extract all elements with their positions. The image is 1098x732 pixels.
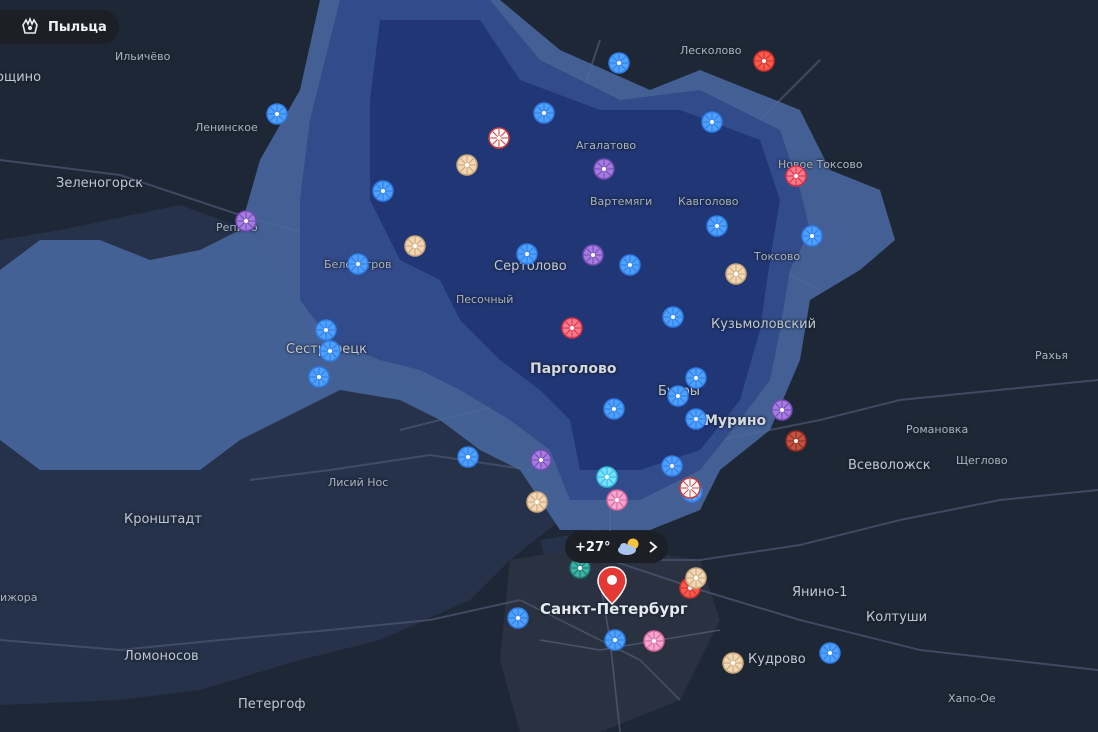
umbrella-icon[interactable] — [319, 340, 341, 362]
umbrella-icon[interactable] — [722, 652, 744, 674]
umbrella-icon[interactable] — [516, 243, 538, 265]
precipitation-map[interactable]: Лесколово Ильичёво ощино Ленинское Агалатово… — [0, 0, 1098, 732]
umbrella-icon[interactable] — [753, 50, 775, 72]
umbrella-icon[interactable] — [608, 52, 630, 74]
umbrella-icon[interactable] — [606, 489, 628, 511]
umbrella-icon[interactable] — [404, 235, 426, 257]
pollen-label: Пыльца — [48, 19, 107, 35]
umbrella-icon[interactable] — [561, 317, 583, 339]
weather-chip[interactable]: +27° — [565, 531, 669, 563]
temperature-value: +27° — [575, 539, 611, 555]
umbrella-icon[interactable] — [662, 306, 684, 328]
umbrella-icon[interactable] — [235, 210, 257, 232]
umbrella-icon[interactable] — [347, 253, 369, 275]
umbrella-icon[interactable] — [643, 630, 665, 652]
umbrella-icon[interactable] — [456, 154, 478, 176]
umbrella-icon[interactable] — [308, 366, 330, 388]
location-pin-icon[interactable] — [597, 566, 627, 606]
umbrella-icon[interactable] — [685, 408, 707, 430]
umbrella-icon[interactable] — [530, 449, 552, 471]
umbrella-icon[interactable] — [785, 165, 807, 187]
umbrella-icon[interactable] — [785, 430, 807, 452]
chevron-right-icon[interactable] — [648, 541, 659, 553]
umbrella-icon[interactable] — [507, 607, 529, 629]
umbrella-icon[interactable] — [725, 263, 747, 285]
umbrella-icon[interactable] — [667, 385, 689, 407]
umbrella-icon[interactable] — [457, 446, 479, 468]
umbrella-icon[interactable] — [315, 319, 337, 341]
umbrella-icon[interactable] — [685, 567, 707, 589]
umbrella-icon[interactable] — [801, 225, 823, 247]
umbrella-icon[interactable] — [526, 491, 548, 513]
umbrella-icon[interactable] — [706, 215, 728, 237]
umbrella-icon[interactable] — [266, 103, 288, 125]
umbrella-icon[interactable] — [701, 111, 723, 133]
umbrella-icon[interactable] — [533, 102, 555, 124]
umbrella-icon[interactable] — [582, 244, 604, 266]
umbrella-icon[interactable] — [771, 399, 793, 421]
umbrella-icon[interactable] — [661, 455, 683, 477]
umbrella-icon[interactable] — [679, 477, 701, 499]
umbrella-icon[interactable] — [604, 629, 626, 651]
umbrella-icon[interactable] — [619, 254, 641, 276]
pollen-icon — [22, 17, 38, 34]
partly-cloudy-icon — [618, 538, 639, 555]
umbrella-icon[interactable] — [372, 180, 394, 202]
umbrella-icon[interactable] — [593, 158, 615, 180]
umbrella-icon[interactable] — [603, 398, 625, 420]
umbrella-icon[interactable] — [819, 642, 841, 664]
pollen-layer-button[interactable]: а Пыльца — [0, 10, 119, 44]
umbrella-icon[interactable] — [488, 127, 510, 149]
umbrella-icon[interactable] — [596, 466, 618, 488]
